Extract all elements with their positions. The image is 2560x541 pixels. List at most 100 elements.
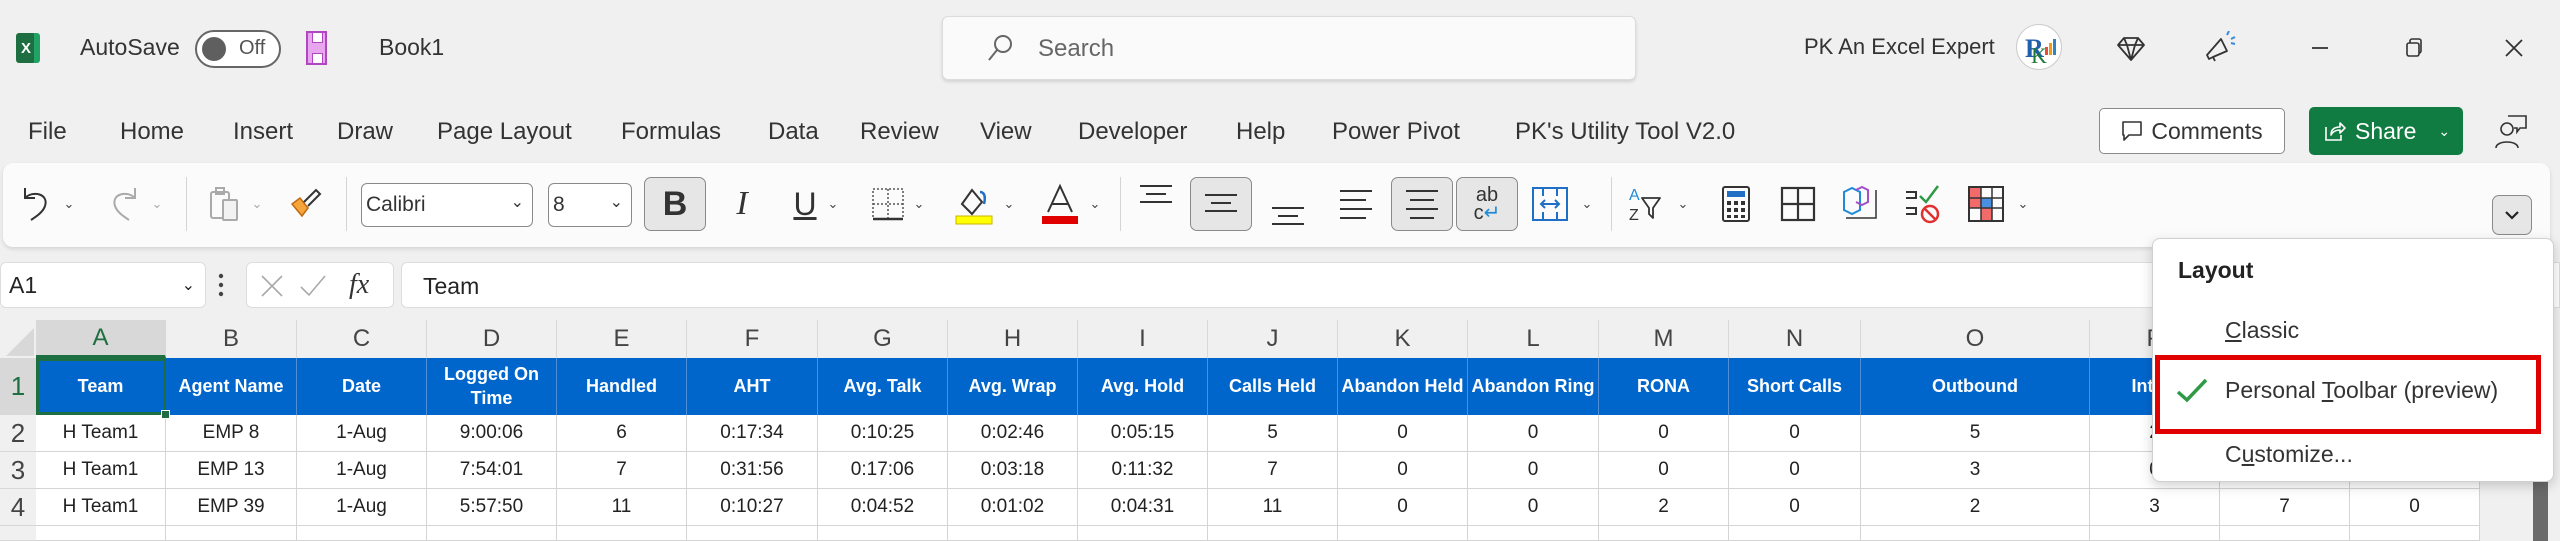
column-header-j[interactable]: J [1208,320,1338,358]
sort-filter-dropdown-chevron-icon[interactable]: ⌄ [1675,177,1691,231]
table-cell[interactable]: 1-Aug [297,415,427,452]
table-cell[interactable]: 11 [1208,489,1338,526]
table-cell[interactable]: 7:54:01 [427,452,557,489]
column-header-o[interactable]: O [1861,320,2090,358]
tab-data[interactable]: Data [768,118,819,146]
table-cell[interactable]: 0:17:34 [687,415,818,452]
conditional-format-button[interactable] [1963,177,2009,231]
header-cell[interactable]: Logged On Time [427,358,557,415]
table-cell[interactable]: 5 [1861,415,2090,452]
table-cell[interactable]: 11 [557,489,687,526]
data-model-button[interactable] [1837,177,1883,231]
table-cell[interactable]: 0 [2350,489,2480,526]
table-cell[interactable]: H Team1 [36,452,166,489]
wrap-text-button[interactable]: ab c↵ [1456,177,1518,231]
table-cell[interactable] [1338,526,1468,541]
fill-color-dropdown-chevron-icon[interactable]: ⌄ [1001,177,1017,231]
people-feedback-icon[interactable] [2492,112,2532,152]
row-header-3[interactable]: 3 [0,452,36,489]
table-cell[interactable]: 9:00:06 [427,415,557,452]
menu-item-classic[interactable]: Classic [2153,307,2553,357]
table-cell[interactable] [1468,526,1599,541]
header-cell[interactable]: Agent Name [166,358,297,415]
minimize-icon[interactable] [2300,28,2340,68]
enter-check-icon[interactable] [299,273,327,299]
table-cell[interactable] [297,526,427,541]
table-cell[interactable] [36,526,166,541]
tab-view[interactable]: View [980,118,1032,146]
table-cell[interactable] [2220,526,2350,541]
row-header-1[interactable]: 1 [0,358,36,415]
table-cell[interactable]: 3 [2090,489,2220,526]
user-name[interactable]: PK An Excel Expert [1804,34,1995,60]
table-cell[interactable]: 2 [1599,489,1729,526]
tab-draw[interactable]: Draw [337,118,393,146]
table-cell[interactable] [1208,526,1338,541]
insert-function-icon[interactable]: fx [349,269,369,301]
table-cell[interactable]: 0 [1338,415,1468,452]
merge-dropdown-chevron-icon[interactable]: ⌄ [1579,177,1595,231]
table-cell[interactable]: H Team1 [36,415,166,452]
table-cell[interactable]: 0 [1338,489,1468,526]
cancel-icon[interactable] [259,273,285,299]
merge-center-button[interactable] [1527,177,1573,231]
table-cell[interactable]: 0:05:15 [1078,415,1208,452]
table-cell[interactable] [687,526,818,541]
conditional-format-dropdown-chevron-icon[interactable]: ⌄ [2015,177,2031,231]
share-button[interactable]: Share ⌄ [2309,107,2463,155]
table-cell[interactable]: 7 [2220,489,2350,526]
tab-home[interactable]: Home [120,118,184,146]
header-cell[interactable]: Handled [557,358,687,415]
table-cell[interactable]: 0:10:25 [818,415,948,452]
fill-handle[interactable] [161,410,170,419]
header-cell[interactable]: AHT [687,358,818,415]
header-cell[interactable]: Avg. Wrap [948,358,1078,415]
bold-button[interactable]: B [644,177,706,231]
table-cell[interactable]: 0 [1338,452,1468,489]
table-cell[interactable]: H Team1 [36,489,166,526]
italic-button[interactable]: I [719,177,765,231]
table-cell[interactable]: 1-Aug [297,452,427,489]
header-cell[interactable]: Calls Held [1208,358,1338,415]
table-cell[interactable]: 2 [1861,489,2090,526]
header-cell[interactable]: Date [297,358,427,415]
tab-insert[interactable]: Insert [233,118,293,146]
table-cell[interactable] [1861,526,2090,541]
column-header-k[interactable]: K [1338,320,1468,358]
table-cell[interactable]: 0 [1599,452,1729,489]
validation-button[interactable] [1899,177,1945,231]
redo-dropdown-chevron-icon[interactable]: ⌄ [149,177,165,231]
align-bottom-button[interactable] [1265,177,1311,231]
all-borders-button[interactable] [1775,177,1821,231]
tab-file[interactable]: File [28,118,67,146]
calculator-button[interactable] [1713,177,1759,231]
tab-page-layout[interactable]: Page Layout [437,118,572,146]
column-header-d[interactable]: D [427,320,557,358]
column-header-h[interactable]: H [948,320,1078,358]
table-cell[interactable] [427,526,557,541]
table-cell[interactable]: 0:03:18 [948,452,1078,489]
borders-dropdown-chevron-icon[interactable]: ⌄ [911,177,927,231]
comments-button[interactable]: Comments [2099,108,2285,154]
table-cell[interactable]: 3 [1861,452,2090,489]
tab-power-pivot[interactable]: Power Pivot [1332,118,1460,146]
font-color-button[interactable] [1037,177,1083,231]
table-cell[interactable]: 0:17:06 [818,452,948,489]
undo-dropdown-chevron-icon[interactable]: ⌄ [61,177,77,231]
table-cell[interactable]: 0 [1729,452,1861,489]
feedback-megaphone-icon[interactable] [2200,28,2240,68]
menu-item-customize[interactable]: Customize... [2153,431,2553,481]
column-header-e[interactable]: E [557,320,687,358]
table-cell[interactable]: 0:11:32 [1078,452,1208,489]
table-cell[interactable] [2350,526,2480,541]
table-cell[interactable]: 0:04:52 [818,489,948,526]
table-cell[interactable]: 0 [1468,415,1599,452]
table-cell[interactable]: 0 [1729,415,1861,452]
align-middle-button[interactable] [1190,177,1252,231]
align-left-button[interactable] [1333,177,1379,231]
align-top-button[interactable] [1133,177,1179,231]
menu-item-personal-toolbar[interactable]: Personal Toolbar (preview) [2153,367,2553,417]
close-icon[interactable] [2494,28,2534,68]
tab-developer[interactable]: Developer [1078,118,1187,146]
table-cell[interactable]: EMP 39 [166,489,297,526]
